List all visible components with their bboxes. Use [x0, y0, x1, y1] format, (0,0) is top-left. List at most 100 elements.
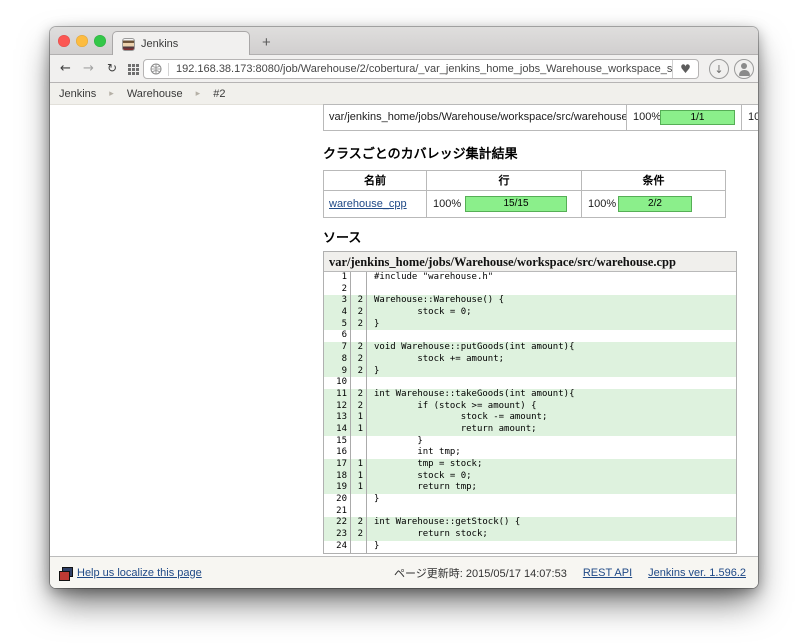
close-window-button[interactable] [58, 35, 70, 47]
source-line-code: } [374, 494, 380, 505]
source-line-hits: 2 [351, 400, 367, 413]
source-line-number: 7 [324, 342, 351, 354]
class-table-row: warehouse_cpp 100% 15/15 100% 2/2 [324, 191, 725, 217]
source-line-row: 10 [324, 377, 736, 389]
source-line-row: 8 2 stock += amount; [324, 353, 736, 366]
url-text: 192.168.38.173:8080/job/Warehouse/2/cobe… [176, 63, 672, 75]
class-condition-coverage-cell: 100% 2/2 [581, 191, 725, 217]
class-table-header: 名前 行 条件 [324, 171, 725, 191]
download-arrow-icon: ↓ [714, 63, 724, 76]
source-line-hits [351, 540, 367, 553]
source-line-number: 3 [324, 295, 351, 308]
source-line-number: 4 [324, 307, 351, 319]
address-bar[interactable]: 192.168.38.173:8080/job/Warehouse/2/cobe… [143, 59, 699, 79]
source-line-code: tmp = stock; [374, 459, 483, 469]
reload-button[interactable]: ↻ [107, 55, 117, 82]
source-line-number: 6 [324, 330, 351, 343]
source-line-hits: 2 [351, 517, 367, 530]
source-line-row: 13 1 stock -= amount; [324, 412, 736, 424]
source-line-code: } [374, 318, 380, 329]
source-line-row: 4 2 stock = 0; [324, 307, 736, 319]
source-line-number: 1 [324, 272, 351, 284]
class-link-warehouse-cpp[interactable]: warehouse_cpp [324, 191, 407, 217]
tab-title: Jenkins [141, 38, 179, 50]
source-line-number: 5 [324, 318, 351, 331]
bookmark-heart-button[interactable]: ♥ [672, 60, 698, 78]
source-line-hits [351, 377, 367, 389]
source-line-number: 24 [324, 540, 351, 553]
source-line-code: } [374, 365, 380, 376]
class-line-percent: 100% [433, 198, 462, 210]
source-line-hits [351, 447, 367, 459]
source-line-code: int tmp; [374, 447, 461, 458]
tab-groups-icon[interactable] [128, 64, 140, 76]
source-line-hits: 2 [351, 318, 367, 331]
heart-icon: ♥ [680, 62, 691, 76]
forward-button[interactable]: → [83, 55, 94, 82]
source-line-hits: 1 [351, 423, 367, 436]
source-line-hits: 2 [351, 342, 367, 354]
source-line-row: 20 } [324, 494, 736, 506]
source-line-number: 16 [324, 447, 351, 459]
page-footer: Help us localize this page ページ更新時: 2015/… [50, 556, 758, 588]
file-path-link[interactable]: var/jenkins_home/jobs/Warehouse/workspac… [324, 105, 626, 130]
source-line-row: 15 } [324, 435, 736, 448]
file-condition-coverage-cell: 10 [741, 105, 758, 130]
source-line-code: return stock; [374, 529, 488, 540]
source-line-row: 17 1 tmp = stock; [324, 459, 736, 471]
source-line-row: 18 1 stock = 0; [324, 470, 736, 483]
zoom-window-button[interactable] [94, 35, 106, 47]
page-viewport: Jenkins ▸ Warehouse ▸ #2 var/jenkins_hom… [50, 83, 758, 588]
page-updated-text: ページ更新時: 2015/05/17 14:07:53 [394, 567, 567, 580]
breadcrumb: Jenkins ▸ Warehouse ▸ #2 [50, 83, 758, 105]
source-line-hits: 2 [351, 295, 367, 308]
line-coverage-percent: 100% [633, 111, 662, 123]
downloads-button[interactable]: ↓ [709, 59, 729, 79]
source-line-code: stock = 0; [374, 307, 472, 318]
source-line-hits: 2 [351, 529, 367, 541]
header-lines: 行 [426, 171, 581, 190]
source-line-number: 9 [324, 365, 351, 378]
breadcrumb-build-2[interactable]: #2 [213, 88, 225, 100]
source-line-number: 20 [324, 494, 351, 506]
localize-link[interactable]: Help us localize this page [77, 567, 202, 579]
breadcrumb-jenkins[interactable]: Jenkins [59, 88, 96, 100]
profile-button[interactable] [734, 59, 754, 79]
tab-jenkins[interactable]: Jenkins [112, 31, 250, 56]
source-line-number: 2 [324, 283, 351, 296]
browser-window: Jenkins + ← → ↻ 192.168.38.173:8080/job/… [50, 27, 758, 588]
source-line-number: 12 [324, 400, 351, 413]
source-line-row: 19 1 return tmp; [324, 482, 736, 495]
source-line-hits: 2 [351, 353, 367, 366]
localize-flags-icon [59, 566, 73, 581]
source-line-code [367, 506, 374, 518]
rest-api-link[interactable]: REST API [583, 567, 632, 579]
browser-toolbar: ← → ↻ 192.168.38.173:8080/job/Warehouse/… [50, 55, 758, 83]
source-line-row: 9 2 } [324, 365, 736, 378]
source-line-row: 7 2 void Warehouse::putGoods(int amount)… [324, 342, 736, 354]
source-line-row: 12 2 if (stock >= amount) { [324, 400, 736, 413]
class-condition-coverage-bar: 2/2 [618, 196, 692, 212]
back-button[interactable]: ← [60, 55, 71, 82]
class-line-coverage-bar: 15/15 [465, 196, 567, 212]
minimize-window-button[interactable] [76, 35, 88, 47]
source-line-code: } [374, 540, 380, 551]
source-line-row: 24 } [324, 540, 736, 553]
class-condition-percent: 100% [588, 198, 617, 210]
source-line-code: int Warehouse::getStock() { [374, 517, 521, 528]
source-line-number: 19 [324, 482, 351, 495]
source-line-code: } [374, 435, 423, 446]
new-tab-button[interactable]: + [262, 31, 271, 55]
source-line-number: 22 [324, 517, 351, 530]
source-line-row: 22 2 int Warehouse::getStock() { [324, 517, 736, 530]
source-line-code [367, 284, 374, 296]
jenkins-version-link[interactable]: Jenkins ver. 1.596.2 [648, 567, 746, 579]
source-line-number: 15 [324, 435, 351, 448]
source-line-code: return amount; [374, 423, 537, 434]
source-line-hits: 2 [351, 365, 367, 378]
breadcrumb-warehouse[interactable]: Warehouse [127, 88, 183, 100]
source-line-hits: 1 [351, 412, 367, 424]
source-line-hits [351, 505, 367, 518]
source-line-number: 21 [324, 505, 351, 518]
tab-bar: Jenkins + [50, 27, 758, 56]
